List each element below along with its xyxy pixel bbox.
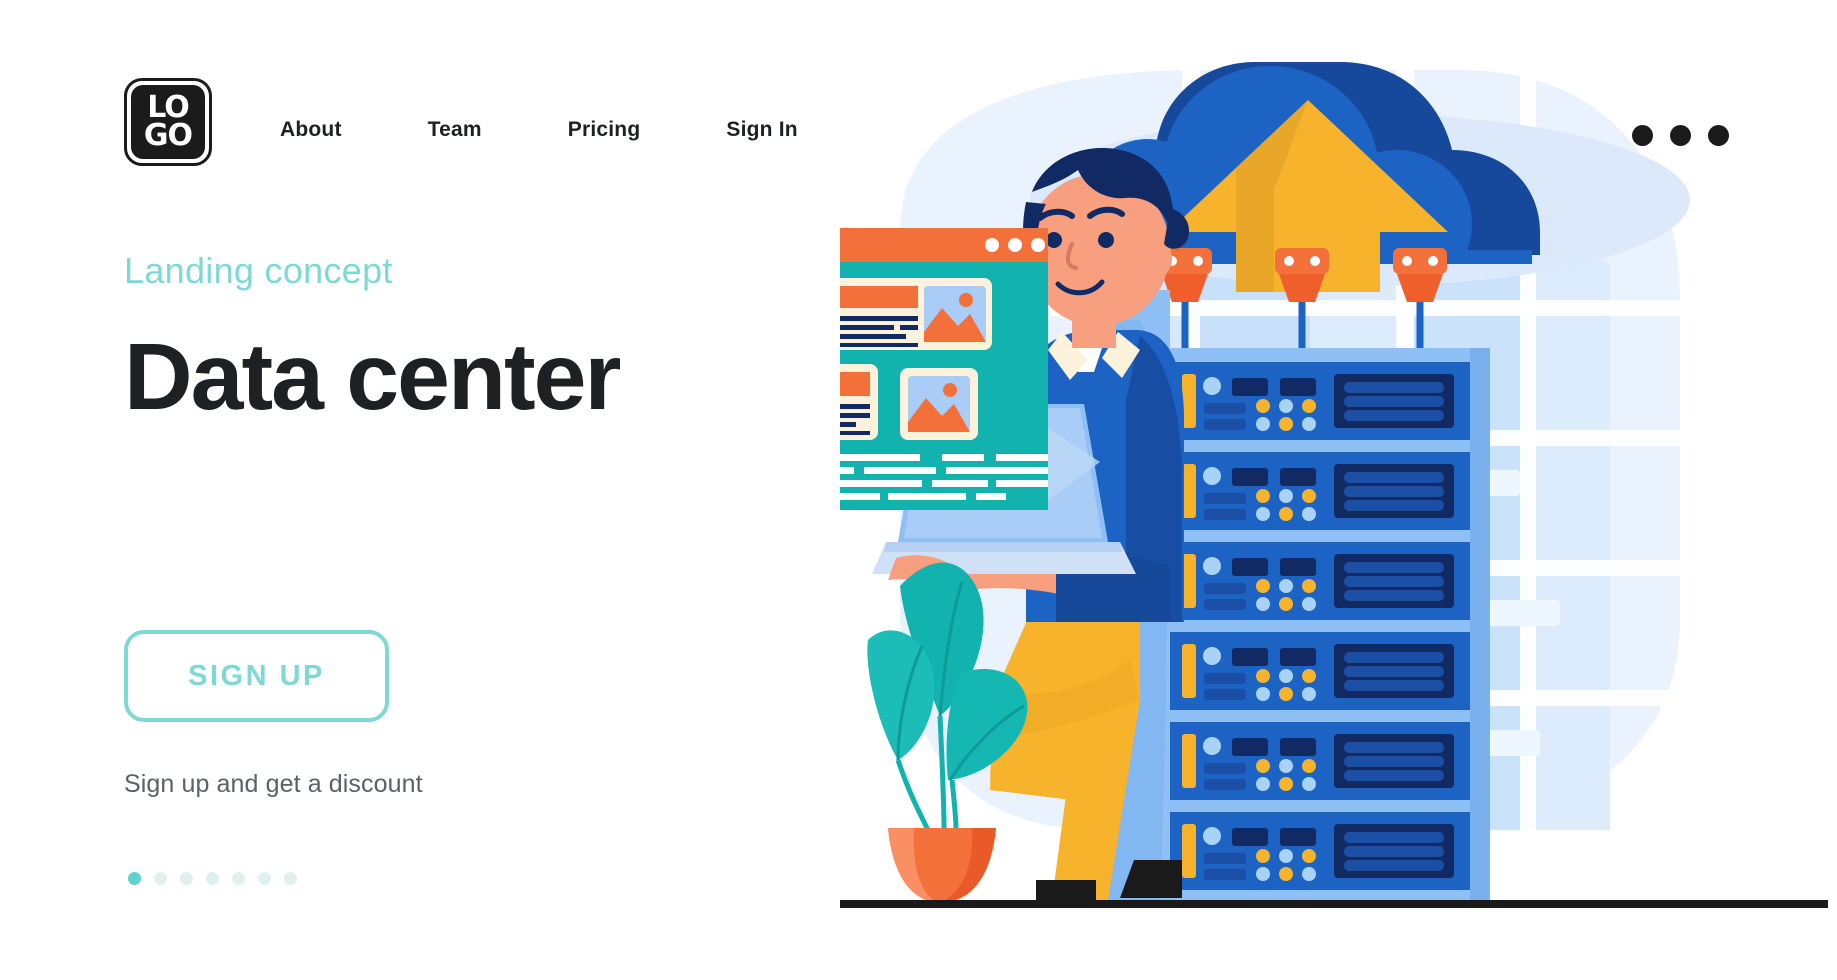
logo-inner: LO GO: [131, 85, 205, 159]
carousel-dot-2[interactable]: [154, 872, 167, 885]
hero-eyebrow: Landing concept: [124, 250, 393, 291]
nav-item-team[interactable]: Team: [428, 118, 482, 142]
mockup-card-image: [900, 368, 978, 440]
hero-text-block: Landing concept Data center: [124, 250, 764, 425]
mockup-card-text: [840, 364, 878, 440]
nav-item-pricing[interactable]: Pricing: [568, 118, 641, 142]
carousel-dot-4[interactable]: [206, 872, 219, 885]
server-unit: [1170, 542, 1470, 620]
mockup-card-text-image: [840, 278, 992, 350]
carousel-dot-1[interactable]: [128, 872, 141, 885]
nav-item-signin[interactable]: Sign In: [726, 118, 797, 142]
nav-item-about[interactable]: About: [280, 118, 342, 142]
carousel-dot-5[interactable]: [232, 872, 245, 885]
server-unit: [1170, 362, 1470, 440]
carousel-dot-6[interactable]: [258, 872, 271, 885]
carousel-dot-3[interactable]: [180, 872, 193, 885]
page-title: Data center: [124, 324, 621, 430]
main-nav: About Team Pricing Sign In: [280, 118, 798, 142]
logo[interactable]: LO GO: [124, 78, 212, 166]
ground-line: [840, 900, 1828, 908]
server-unit: [1170, 452, 1470, 530]
browser-window-visible[interactable]: [840, 228, 1048, 510]
sign-up-note: Sign up and get a discount: [124, 770, 423, 798]
landing-page: LO GO About Team Pricing Sign In Landing…: [0, 0, 1837, 980]
server-rack: [1150, 348, 1490, 904]
server-unit: [1170, 722, 1470, 800]
server-unit: [1170, 632, 1470, 710]
sign-up-button-label: SIGN UP: [188, 659, 325, 692]
site-header: LO GO About Team Pricing Sign In: [0, 0, 1837, 190]
carousel-dot-7[interactable]: [284, 872, 297, 885]
menu-dot: [1670, 125, 1691, 146]
overflow-menu-icon[interactable]: [1632, 125, 1729, 146]
menu-dot: [1632, 125, 1653, 146]
carousel-pagination: [128, 872, 297, 885]
logo-text-line2: GO: [143, 118, 193, 153]
sign-up-button[interactable]: SIGN UP: [124, 630, 389, 722]
menu-dot: [1708, 125, 1729, 146]
server-unit: [1170, 812, 1470, 890]
